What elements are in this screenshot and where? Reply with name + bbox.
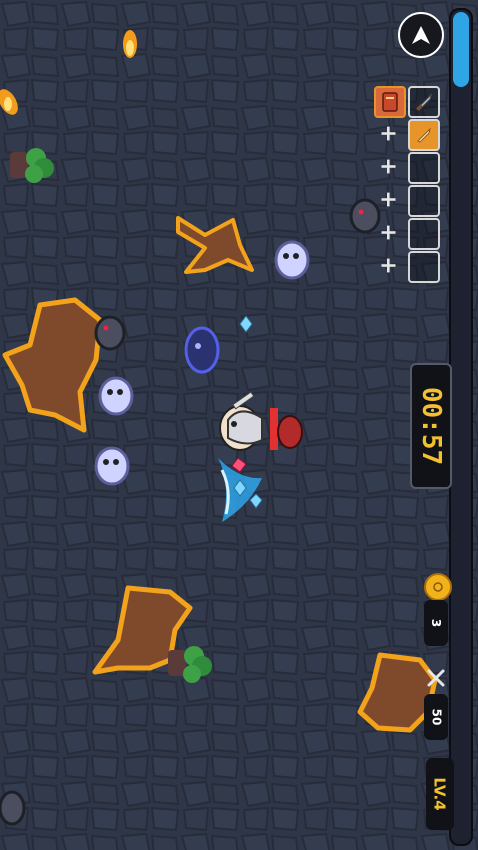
weapon-slot-2[interactable] — [408, 119, 440, 151]
crossed-swords-icon — [424, 666, 448, 690]
game-world — [0, 0, 478, 850]
xp-progress-fill — [453, 12, 469, 87]
rat-enemy-1 — [94, 315, 126, 351]
level-text: LV.4 — [431, 777, 449, 811]
timer-text: 00:57 — [416, 386, 446, 466]
kill-count: 50 — [428, 708, 443, 726]
ghost-enemy-3 — [94, 446, 130, 486]
level-badge: LV.4 — [426, 758, 454, 830]
survival-timer: 00:57 — [410, 363, 452, 489]
pause-button[interactable] — [398, 12, 444, 58]
weapon-slot-4[interactable] — [408, 185, 440, 217]
game-screen: + + + + + 00:57 3 50 LV.4 — [0, 0, 478, 850]
coin-counter: 3 — [424, 600, 448, 646]
weapon-slot-5[interactable] — [408, 218, 440, 250]
spellbook-icon — [382, 92, 398, 112]
spirit-enemy — [184, 326, 220, 374]
coin-count: 3 — [428, 618, 443, 628]
ghost-enemy-2 — [98, 376, 134, 416]
rat-enemy-3 — [0, 790, 26, 826]
passive-slot-1[interactable] — [374, 86, 406, 118]
xp-progress-bar — [449, 8, 473, 846]
sword-icon — [416, 93, 432, 111]
passive-slot-3[interactable]: + — [374, 152, 402, 180]
fireball-1 — [123, 30, 137, 58]
weapon-slot-6[interactable] — [408, 251, 440, 283]
kill-counter: 50 — [424, 694, 448, 740]
passive-slot-4[interactable]: + — [374, 185, 402, 213]
armor-icon — [417, 127, 431, 143]
pause-button-icon — [412, 26, 430, 44]
ghost-enemy-1 — [274, 240, 310, 280]
passive-slot-2[interactable]: + — [374, 119, 402, 147]
coin-icon — [424, 573, 452, 601]
weapon-slot-1[interactable] — [408, 86, 440, 118]
passive-slot-5[interactable]: + — [374, 218, 402, 246]
weapon-slot-3[interactable] — [408, 152, 440, 184]
passive-slot-6[interactable]: + — [374, 251, 402, 279]
